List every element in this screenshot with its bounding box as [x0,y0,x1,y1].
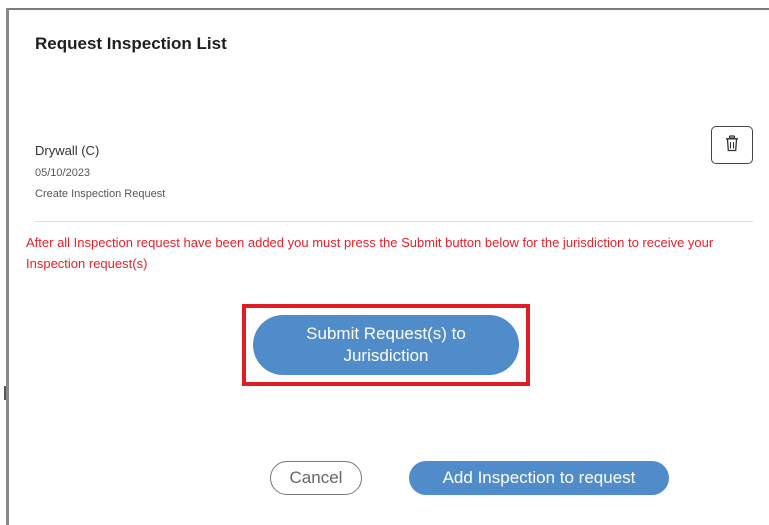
item-divider [35,221,753,222]
modal-title: Request Inspection List [35,34,227,53]
submit-requests-button[interactable]: Submit Request(s) to Jurisdiction [253,315,519,375]
submit-warning-text: After all Inspection request have been a… [26,235,714,271]
cancel-button[interactable]: Cancel [270,461,362,495]
inspection-item-date: 05/10/2023 [35,167,91,179]
inspection-item-name: Drywall (C) [35,143,100,158]
add-inspection-button[interactable]: Add Inspection to request [409,461,669,495]
trash-icon [724,135,740,155]
background-frame-tick [4,386,6,400]
page: Request Inspection List Drywall (C) 05/1… [0,0,769,525]
inspection-item-type: Create Inspection Request [35,188,166,200]
delete-inspection-button[interactable] [711,126,753,164]
